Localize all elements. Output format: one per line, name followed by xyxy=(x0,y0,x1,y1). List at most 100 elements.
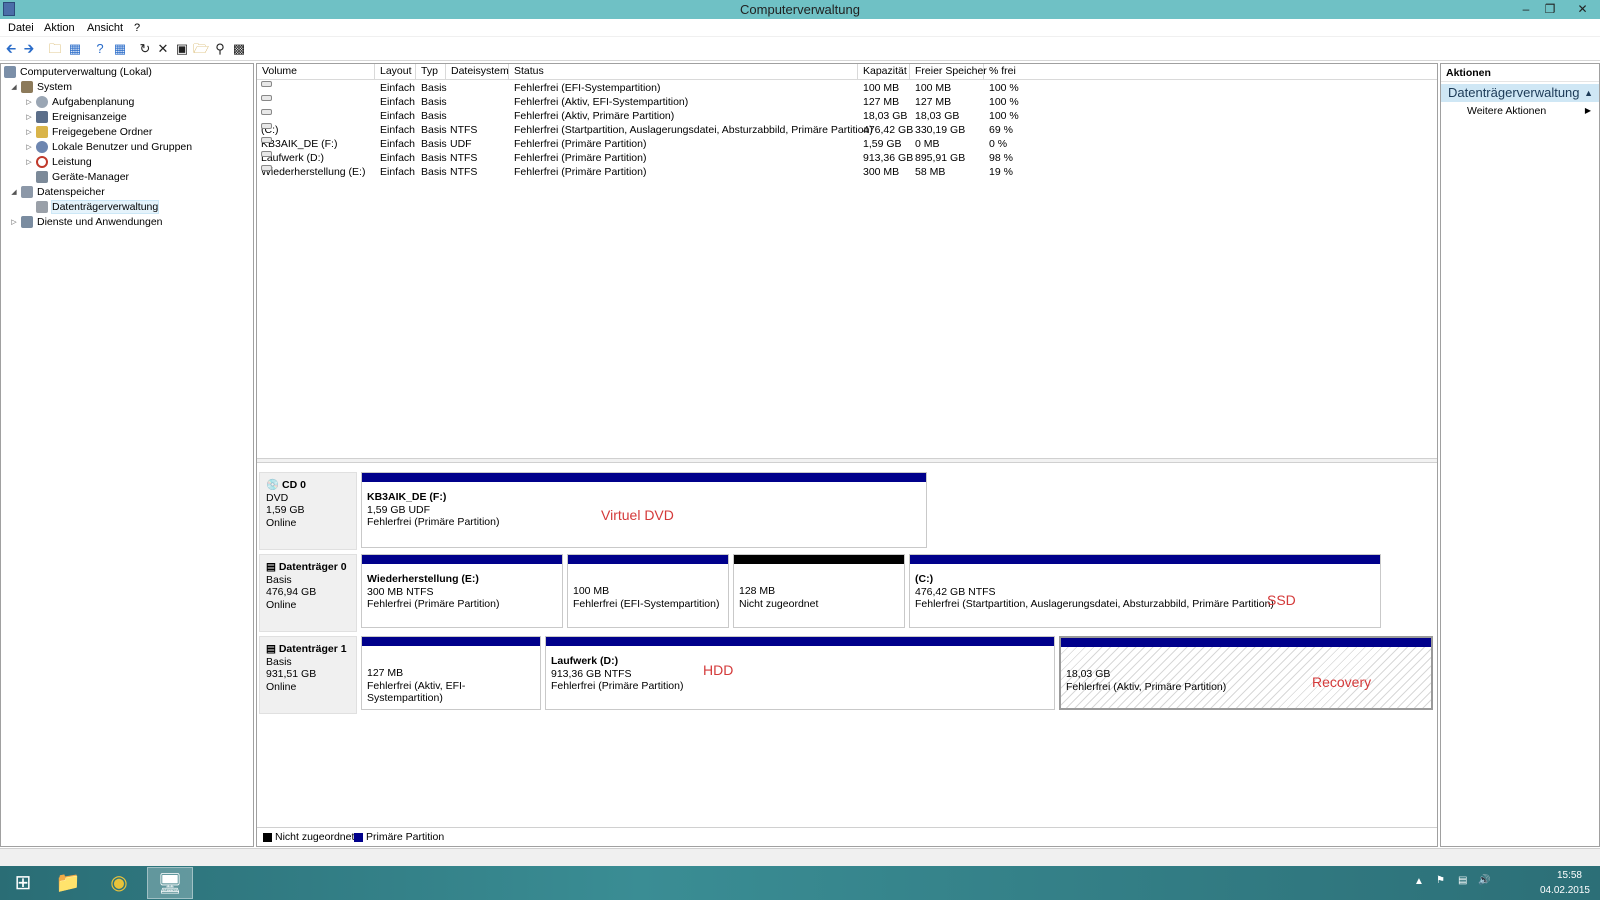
cell-layout: Einfach xyxy=(380,166,416,178)
partition-recovery[interactable]: 18,03 GB Fehlerfrei (Aktiv, Primäre Part… xyxy=(1059,636,1433,710)
collapsed-arrow-icon[interactable]: ▷ xyxy=(24,155,34,170)
volume-row[interactable]: Einfach Basis Fehlerfrei (Aktiv, Primäre P… xyxy=(257,109,1437,123)
start-icon[interactable]: ⊞ xyxy=(0,867,46,899)
col-prozent-frei[interactable]: % frei xyxy=(984,64,1437,80)
cell-pct: 0 % xyxy=(989,138,1008,150)
menu-datei[interactable]: Datei xyxy=(8,22,34,34)
cell-fs: NTFS xyxy=(450,166,478,178)
col-kapazitaet[interactable]: Kapazität xyxy=(858,64,910,80)
cell-status: Fehlerfrei (Primäre Partition) xyxy=(514,138,647,150)
minimize-button[interactable]: – xyxy=(1513,0,1539,19)
collapsed-arrow-icon[interactable]: ▷ xyxy=(24,125,34,140)
open-icon[interactable]: 🗁 xyxy=(193,41,209,57)
back-arrow-icon[interactable]: 🡰 xyxy=(3,41,19,57)
tree-item-lokale-benutzer[interactable]: ▷ Lokale Benutzer und Gruppen xyxy=(24,140,192,155)
cell-fs: NTFS xyxy=(450,124,478,136)
col-volume[interactable]: Volume xyxy=(257,64,375,80)
unallocated-128mb[interactable]: 128 MB Nicht zugeordnet xyxy=(733,554,905,628)
show-hide-tree-icon[interactable]: ▦ xyxy=(67,41,83,57)
show-hidden-icons-icon[interactable]: ▲ xyxy=(1414,876,1424,887)
up-folder-icon[interactable]: 🗀 xyxy=(47,41,63,57)
clock-time[interactable]: 15:58 xyxy=(1557,870,1582,881)
legend-primary-label: Primäre Partition xyxy=(366,831,445,843)
tree-item-ereignisanzeige[interactable]: ▷ Ereignisanzeige xyxy=(24,110,127,125)
tree-datenspeicher[interactable]: ◢ Datenspeicher xyxy=(9,185,105,200)
actions-section-datentraegerverwaltung[interactable]: Datenträgerverwaltung ▲ xyxy=(1441,84,1599,102)
tree-item-freigegebene-ordner[interactable]: ▷ Freigegebene Ordner xyxy=(24,125,152,140)
cell-free: 58 MB xyxy=(915,166,946,178)
hard-disk-icon: ▤ xyxy=(266,643,276,655)
legend: Nicht zugeordnet Primäre Partition xyxy=(257,827,1437,846)
chrome-icon[interactable]: ◉ xyxy=(96,867,142,899)
partition-status: Fehlerfrei (Startpartition, Auslagerungs… xyxy=(915,598,1274,610)
drive-icon xyxy=(261,95,272,101)
tree-item-leistung[interactable]: ▷ Leistung xyxy=(24,155,92,170)
computer-management-icon[interactable]: 🖥 xyxy=(147,867,193,899)
cell-cap: 1,59 GB xyxy=(863,138,902,150)
partition-status: Fehlerfrei (Aktiv, EFI-Systempartition) xyxy=(367,679,466,705)
partition-efi-127mb[interactable]: 127 MB Fehlerfrei (Aktiv, EFI-Systempart… xyxy=(361,636,541,710)
cell-typ: Basis xyxy=(421,96,447,108)
collapsed-arrow-icon[interactable]: ▷ xyxy=(9,215,19,230)
menu-ansicht[interactable]: Ansicht xyxy=(87,22,123,34)
volume-row[interactable]: Einfach Basis Fehlerfrei (Aktiv, EFI-Syste… xyxy=(257,95,1437,109)
volume-icon[interactable]: 🔊 xyxy=(1478,875,1490,886)
forward-arrow-icon[interactable]: 🡲 xyxy=(21,41,37,57)
disk-label-cd0[interactable]: 💿 CD 0 DVD 1,59 GB Online xyxy=(259,472,357,550)
tree-dienste[interactable]: ▷ Dienste und Anwendungen xyxy=(9,215,163,230)
restore-button[interactable]: ❐ xyxy=(1537,0,1563,19)
tree-system[interactable]: ◢ System xyxy=(9,80,72,95)
volume-row[interactable]: Wiederherstellung (E:) Einfach Basis NTFS Fe… xyxy=(257,165,1437,179)
disk-label-0[interactable]: ▤ Datenträger 0 Basis 476,94 GB Online xyxy=(259,554,357,632)
tree-root[interactable]: Computerverwaltung (Lokal) xyxy=(4,65,152,80)
refresh-icon[interactable]: ↻ xyxy=(137,41,153,57)
col-freier-speicher[interactable]: Freier Speicher xyxy=(910,64,987,80)
partition-size: 128 MB xyxy=(739,585,776,597)
menu-help[interactable]: ? xyxy=(134,22,140,34)
col-typ[interactable]: Typ xyxy=(416,64,446,80)
col-dateisystem[interactable]: Dateisystem xyxy=(446,64,509,80)
menu-aktion[interactable]: Aktion xyxy=(44,22,75,34)
volume-row[interactable]: Einfach Basis Fehlerfrei (EFI-Systempartit… xyxy=(257,81,1437,95)
disk-label-1[interactable]: ▤ Datenträger 1 Basis 931,51 GB Online xyxy=(259,636,357,714)
collapsed-arrow-icon[interactable]: ▷ xyxy=(24,95,34,110)
action-center-icon[interactable]: ⚑ xyxy=(1436,875,1445,886)
search-icon[interactable]: ⚲ xyxy=(212,41,228,57)
annotation-ssd: SSD xyxy=(1267,592,1296,608)
volume-row[interactable]: KB3AIK_DE (F:) Einfach Basis UDF Fehlerfrei … xyxy=(257,137,1437,151)
help-icon[interactable]: ? xyxy=(92,41,108,57)
network-icon[interactable]: ▤ xyxy=(1458,875,1467,886)
drive-icon xyxy=(261,81,272,87)
col-status[interactable]: Status xyxy=(509,64,858,80)
clock-date[interactable]: 04.02.2015 xyxy=(1540,885,1590,896)
cell-pct: 98 % xyxy=(989,152,1013,164)
partition-efi-100mb[interactable]: 100 MB Fehlerfrei (EFI-Systempartition) xyxy=(567,554,729,628)
tree-item-aufgabenplanung[interactable]: ▷ Aufgabenplanung xyxy=(24,95,134,110)
properties-icon[interactable]: ▣ xyxy=(174,41,190,57)
collapsed-arrow-icon[interactable]: ▷ xyxy=(24,140,34,155)
volume-row[interactable]: (C:) Einfach Basis NTFS Fehlerfrei (Startpar… xyxy=(257,123,1437,137)
properties-view-icon[interactable]: ▦ xyxy=(112,41,128,57)
cell-status: Fehlerfrei (Primäre Partition) xyxy=(514,166,647,178)
close-button[interactable]: ✕ xyxy=(1565,0,1600,19)
disk-size: 476,94 GB xyxy=(266,586,317,598)
pane-splitter[interactable] xyxy=(257,458,1437,463)
volume-row[interactable]: Laufwerk (D:) Einfach Basis NTFS Fehlerfrei … xyxy=(257,151,1437,165)
expanded-arrow-icon[interactable]: ◢ xyxy=(9,185,19,200)
col-layout[interactable]: Layout xyxy=(375,64,416,80)
partition-e[interactable]: Wiederherstellung (E:) 300 MB NTFS Fehle… xyxy=(361,554,563,628)
cell-free: 330,19 GB xyxy=(915,124,966,136)
partition-c[interactable]: (C:) 476,42 GB NTFS Fehlerfrei (Startpar… xyxy=(909,554,1381,628)
file-explorer-icon[interactable]: 📁 xyxy=(45,867,91,899)
weitere-aktionen-item[interactable]: Weitere Aktionen ▶ xyxy=(1441,102,1599,120)
expanded-arrow-icon[interactable]: ◢ xyxy=(9,80,19,95)
collapse-up-icon[interactable]: ▲ xyxy=(1584,84,1593,102)
collapsed-arrow-icon[interactable]: ▷ xyxy=(24,110,34,125)
delete-icon[interactable]: ✕ xyxy=(155,41,171,57)
tree-item-datentraegerverwaltung[interactable]: Datenträgerverwaltung xyxy=(24,200,160,215)
disk-settings-icon[interactable]: ▩ xyxy=(231,41,247,57)
legend-unallocated-label: Nicht zugeordnet xyxy=(275,831,355,843)
cell-status: Fehlerfrei (Startpartition, Auslagerungs… xyxy=(514,124,873,136)
partition-d[interactable]: Laufwerk (D:) 913,36 GB NTFS Fehlerfrei … xyxy=(545,636,1055,710)
tree-item-geraete-manager[interactable]: Geräte-Manager xyxy=(24,170,129,185)
